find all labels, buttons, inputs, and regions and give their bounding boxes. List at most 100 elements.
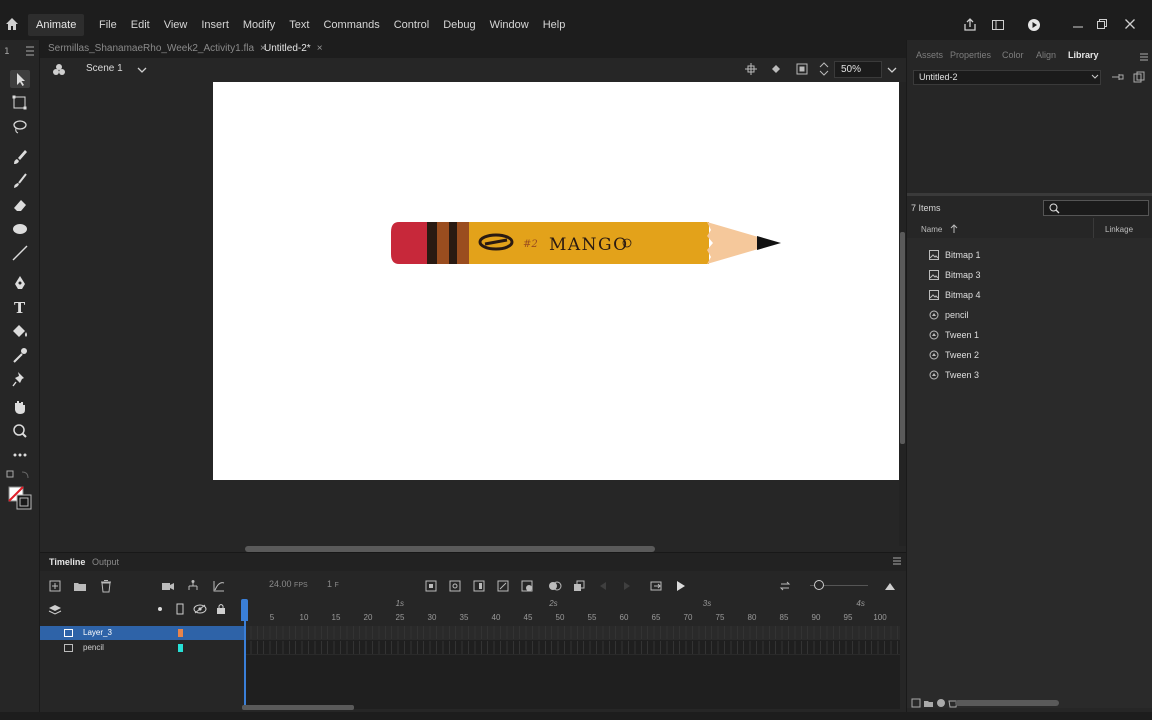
scene-name[interactable]: Scene 1 (86, 63, 123, 74)
publish-icon[interactable] (963, 18, 977, 32)
scrollbar-thumb[interactable] (900, 232, 905, 444)
layer-row[interactable]: pencil (40, 641, 244, 655)
layers-icon[interactable] (48, 603, 62, 617)
layer-name[interactable]: pencil (83, 641, 104, 655)
menu-view[interactable]: View (157, 14, 195, 36)
minimize-icon[interactable] (1072, 18, 1086, 32)
swap-colors-icon[interactable] (6, 470, 32, 480)
list-item[interactable]: Tween 2 (929, 345, 1129, 365)
layer-row[interactable]: Layer_3 (40, 626, 244, 640)
menu-modify[interactable]: Modify (236, 14, 282, 36)
list-item[interactable]: Bitmap 3 (929, 265, 1129, 285)
menu-edit[interactable]: Edit (124, 14, 157, 36)
timeline-ruler[interactable]: 5 10 15 20 25 30 35 40 45 50 55 60 65 70 75 80 85 90 95 100… (244, 599, 900, 627)
sort-ascending-icon[interactable] (950, 224, 958, 234)
menu-commands[interactable]: Commands (316, 14, 386, 36)
graph-icon[interactable] (212, 579, 226, 593)
close-icon[interactable]: × (317, 43, 323, 54)
text-tool-icon[interactable]: T (10, 298, 30, 316)
play-icon[interactable] (673, 579, 687, 593)
tab-assets[interactable]: Assets (916, 50, 943, 60)
tab-library[interactable]: Library (1068, 50, 1099, 60)
fps-value[interactable]: 24.00 FPS (269, 579, 308, 589)
tab-align[interactable]: Align (1036, 50, 1056, 60)
brush-tool-icon[interactable] (10, 172, 30, 190)
pencil-graphic[interactable]: #2 MANGO (213, 82, 899, 480)
zoom-tool-icon[interactable] (10, 422, 30, 440)
zoom-input[interactable]: 50% (834, 61, 882, 78)
keyframe-icon[interactable] (424, 579, 438, 593)
pin-icon[interactable] (1111, 71, 1125, 83)
onion-skin-toggle-icon[interactable] (548, 579, 562, 593)
library-search-input[interactable] (1043, 200, 1149, 216)
menu-text[interactable]: Text (282, 14, 316, 36)
list-item[interactable]: Tween 3 (929, 365, 1129, 385)
close-icon[interactable] (1124, 18, 1138, 32)
slider-handle[interactable] (814, 580, 824, 590)
new-folder-icon[interactable] (73, 579, 87, 593)
library-scrollbar-thumb[interactable] (955, 700, 1059, 706)
timeline-scrollbar-thumb[interactable] (242, 705, 354, 710)
paint-brush-tool-icon[interactable] (10, 148, 30, 166)
workspace-icon[interactable] (991, 18, 1005, 32)
panel-menu-icon[interactable] (892, 556, 902, 566)
more-tools-icon[interactable] (10, 446, 30, 464)
doc-tab[interactable]: Sermillas_ShanamaeRho_Week2_Activity1.fl… (40, 40, 274, 58)
layer-name[interactable]: Layer_3 (83, 626, 112, 640)
line-tool-icon[interactable] (10, 244, 30, 262)
menu-insert[interactable]: Insert (194, 14, 236, 36)
pen-tool-icon[interactable] (10, 274, 30, 292)
library-bottom-icons[interactable] (911, 698, 961, 708)
tween-icon[interactable] (496, 579, 510, 593)
list-item[interactable]: Bitmap 1 (929, 245, 1129, 265)
free-transform-tool-icon[interactable] (10, 94, 30, 112)
frame-row[interactable] (244, 626, 900, 640)
parenting-icon[interactable] (186, 579, 200, 593)
frames-area[interactable]: 5 10 15 20 25 30 35 40 45 50 55 60 65 70 75 80 85 90 95 100… (241, 599, 900, 709)
camera-icon[interactable] (769, 62, 783, 76)
highlight-dot-icon[interactable] (158, 607, 162, 611)
snap-icon[interactable] (744, 62, 758, 76)
menu-window[interactable]: Window (483, 14, 536, 36)
doc-tab-active[interactable]: Untitled-2* × (256, 40, 331, 58)
layer-color-swatch[interactable] (178, 629, 183, 637)
menu-debug[interactable]: Debug (436, 14, 482, 36)
layer-color-swatch[interactable] (178, 644, 183, 652)
pin-tool-icon[interactable] (10, 370, 30, 388)
edit-multiple-frames-icon[interactable] (572, 579, 586, 593)
new-library-panel-icon[interactable] (1133, 71, 1145, 83)
list-item[interactable]: pencil (929, 305, 1129, 325)
center-stage-icon[interactable] (819, 60, 829, 78)
stage-canvas[interactable]: #2 MANGO (213, 82, 899, 480)
tools-collapse-icon[interactable]: 1 (4, 44, 34, 58)
clip-canvas-icon[interactable] (795, 62, 809, 76)
selection-tool-icon[interactable] (10, 70, 30, 88)
new-layer-icon[interactable] (48, 579, 62, 593)
expand-timeline-icon[interactable] (883, 579, 897, 593)
panel-menu-icon[interactable] (1139, 52, 1149, 62)
current-frame[interactable]: 1 F (327, 579, 339, 589)
list-item[interactable]: Bitmap 4 (929, 285, 1129, 305)
eraser-tool-icon[interactable] (10, 196, 30, 214)
menu-help[interactable]: Help (536, 14, 573, 36)
zoom-dropdown-icon[interactable] (886, 64, 898, 76)
onion-skin-icon[interactable] (520, 579, 534, 593)
column-name[interactable]: Name (921, 225, 942, 234)
oval-tool-icon[interactable] (10, 220, 30, 238)
center-frame-icon[interactable] (778, 579, 792, 593)
playhead-handle[interactable] (241, 599, 248, 621)
hand-tool-icon[interactable] (10, 398, 30, 416)
pasteboard[interactable]: #2 MANGO (40, 82, 906, 548)
camera-layer-icon[interactable] (161, 579, 175, 593)
blank-keyframe-icon[interactable] (448, 579, 462, 593)
chevron-down-icon[interactable] (136, 64, 148, 76)
frame-row[interactable] (244, 641, 900, 655)
insert-frame-icon[interactable] (472, 579, 486, 593)
tab-output[interactable]: Output (85, 553, 126, 571)
tab-color[interactable]: Color (1002, 50, 1024, 60)
tab-properties[interactable]: Properties (950, 50, 991, 60)
restore-icon[interactable] (1096, 18, 1110, 32)
list-item[interactable]: Tween 1 (929, 325, 1129, 345)
stroke-fill-color-icon[interactable] (8, 486, 34, 512)
delete-icon[interactable] (99, 579, 113, 593)
